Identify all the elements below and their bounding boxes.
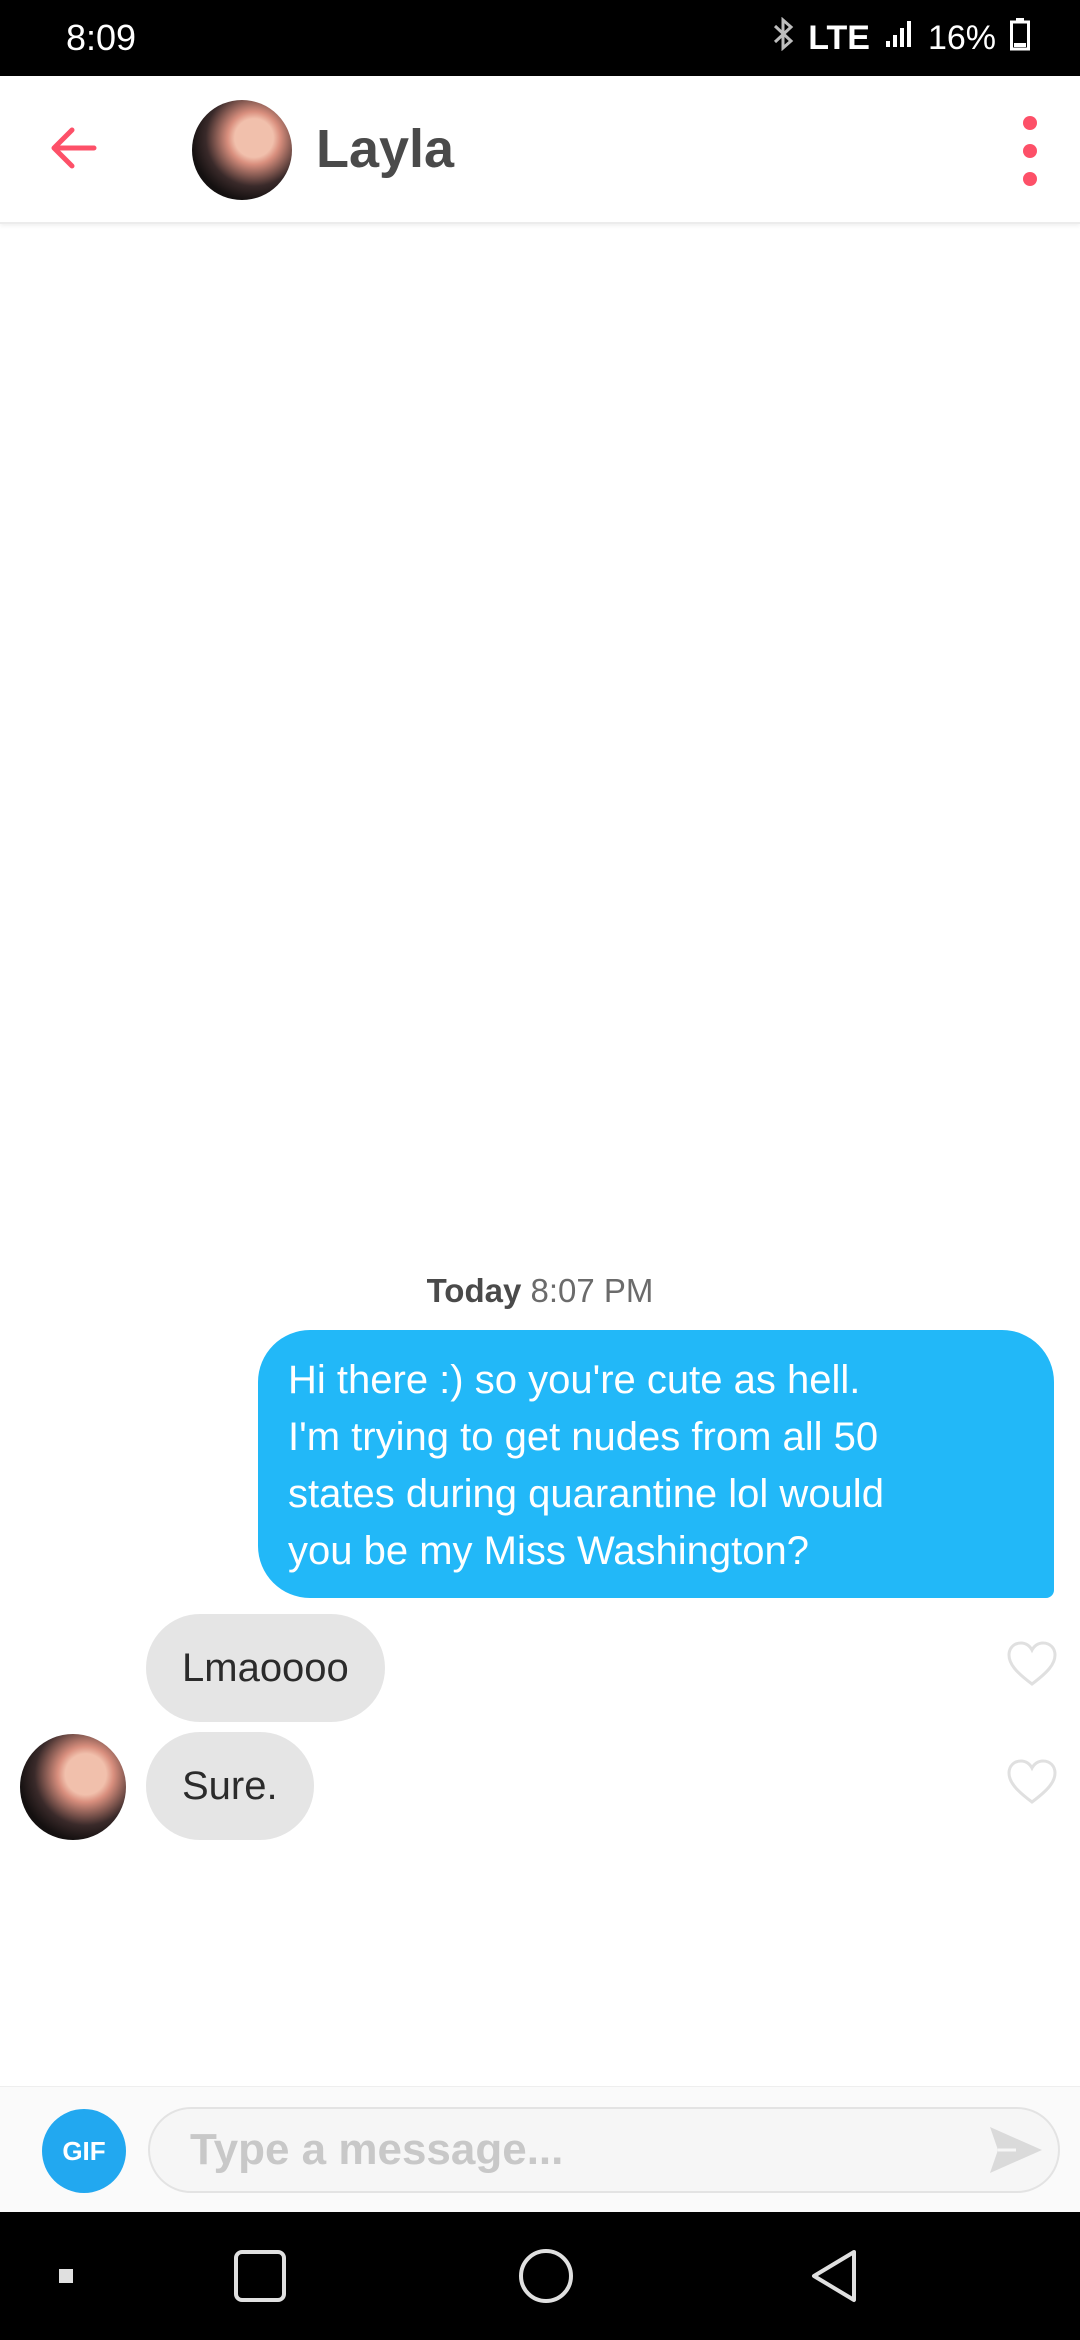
status-icons: LTE 16% xyxy=(772,16,1030,60)
battery-percent: 16% xyxy=(927,18,996,57)
bluetooth-icon xyxy=(772,16,794,60)
timestamp-day: Today xyxy=(426,1272,522,1309)
network-type: LTE xyxy=(808,18,870,57)
contact-avatar[interactable] xyxy=(192,100,292,200)
message-timestamp: Today 8:07 PM xyxy=(0,1272,1080,1310)
back-icon[interactable] xyxy=(794,2212,874,2340)
message-composer: GIF xyxy=(0,2086,1080,2212)
back-arrow-icon xyxy=(51,127,97,169)
contact-name[interactable]: Layla xyxy=(316,118,454,180)
like-heart-icon[interactable] xyxy=(1006,1758,1058,1806)
system-nav-bar xyxy=(0,2212,1080,2340)
more-options-button[interactable] xyxy=(1010,116,1050,186)
recent-apps-icon[interactable] xyxy=(36,2212,96,2340)
sender-avatar[interactable] xyxy=(20,1734,126,1840)
message-input-container[interactable] xyxy=(148,2107,1060,2193)
more-vertical-dot xyxy=(1023,144,1037,158)
signal-icon xyxy=(884,19,914,58)
battery-icon xyxy=(1010,17,1030,60)
message-line: you be my Miss Washington? xyxy=(288,1529,809,1573)
like-heart-icon[interactable] xyxy=(1006,1640,1058,1688)
more-vertical-icon xyxy=(1023,116,1037,130)
incoming-message-bubble[interactable]: Sure. xyxy=(146,1732,314,1840)
status-bar: 8:09 LTE 16% xyxy=(0,0,1080,76)
message-line: Hi there :) so you're cute as hell. xyxy=(288,1358,861,1402)
back-button[interactable] xyxy=(42,116,106,180)
chat-header: Layla xyxy=(0,76,1080,224)
more-vertical-dot xyxy=(1023,172,1037,186)
message-input[interactable] xyxy=(188,2109,968,2191)
outgoing-message-bubble[interactable]: Hi there :) so you're cute as hell. I'm … xyxy=(258,1330,1054,1598)
message-line: states during quarantine lol would xyxy=(288,1472,884,1516)
gif-button[interactable]: GIF xyxy=(42,2109,126,2193)
status-time: 8:09 xyxy=(66,17,137,58)
message-line: I'm trying to get nudes from all 50 xyxy=(288,1415,879,1459)
send-icon[interactable] xyxy=(986,2123,1046,2177)
message-text: Lmaoooo xyxy=(182,1645,349,1690)
message-text: Sure. xyxy=(182,1763,278,1808)
overview-icon[interactable] xyxy=(220,2212,300,2340)
home-icon[interactable] xyxy=(506,2212,586,2340)
timestamp-time: 8:07 PM xyxy=(530,1272,654,1309)
incoming-message-bubble[interactable]: Lmaoooo xyxy=(146,1614,385,1722)
